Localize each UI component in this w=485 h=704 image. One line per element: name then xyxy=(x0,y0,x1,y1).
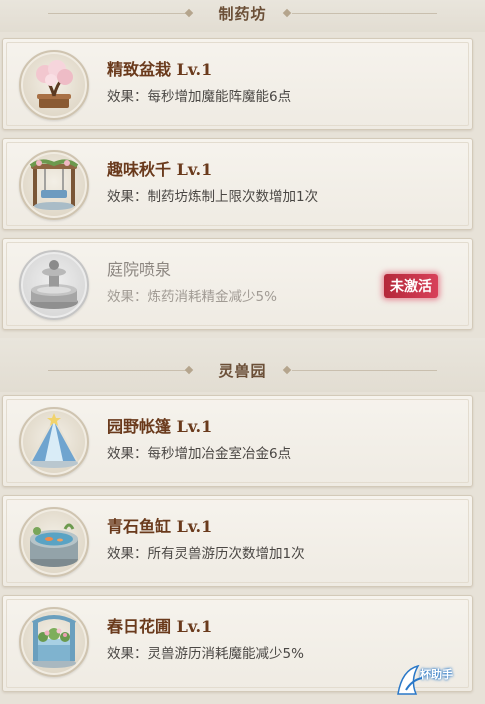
section-header-beast-garden: 灵兽园 xyxy=(0,338,485,392)
card-title: 庭院喷泉 xyxy=(107,260,172,279)
decoration-card[interactable]: 庭院喷泉 效果：炼药消耗精金减少5% 未激活 xyxy=(2,238,473,330)
card-title: 精致盆栽 Lv.1 xyxy=(107,60,213,79)
decoration-card[interactable]: 趣味秋千 Lv.1 效果：制药坊炼制上限次数增加1次 xyxy=(2,138,473,230)
tent-icon xyxy=(19,407,89,477)
card-effect: 效果：每秒增加魔能阵魔能6点 xyxy=(107,89,292,105)
card-effect: 效果：制药坊炼制上限次数增加1次 xyxy=(107,189,319,205)
card-effect: 效果：灵兽游历消耗魔能减少5% xyxy=(107,646,304,662)
header-divider-right xyxy=(292,13,437,14)
fish-tank-icon xyxy=(19,507,89,577)
card-effect: 效果：所有灵兽游历次数增加1次 xyxy=(107,546,305,562)
decoration-card[interactable]: 园野帐篷 Lv.1 效果：每秒增加冶金室冶金6点 xyxy=(2,395,473,487)
decoration-card[interactable]: 精致盆栽 Lv.1 效果：每秒增加魔能阵魔能6点 xyxy=(2,38,473,130)
header-divider-right xyxy=(292,370,437,371)
watermark-text: 杯助手 xyxy=(420,668,453,681)
fountain-icon xyxy=(19,250,89,320)
card-effect: 效果：炼药消耗精金减少5% xyxy=(107,289,277,305)
card-effect: 效果：每秒增加冶金室冶金6点 xyxy=(107,446,292,462)
section-header-pharmacy: 制药坊 xyxy=(0,0,485,32)
decoration-card[interactable]: 青石鱼缸 Lv.1 效果：所有灵兽游历次数增加1次 xyxy=(2,495,473,587)
inactive-badge: 未激活 xyxy=(384,274,438,298)
card-title: 青石鱼缸 Lv.1 xyxy=(107,517,213,536)
flower-bed-icon xyxy=(19,607,89,677)
swing-icon xyxy=(19,150,89,220)
card-title: 趣味秋千 Lv.1 xyxy=(107,160,213,179)
card-title: 春日花圃 Lv.1 xyxy=(107,617,213,636)
card-title: 园野帐篷 Lv.1 xyxy=(107,417,213,436)
bonsai-icon xyxy=(19,50,89,120)
